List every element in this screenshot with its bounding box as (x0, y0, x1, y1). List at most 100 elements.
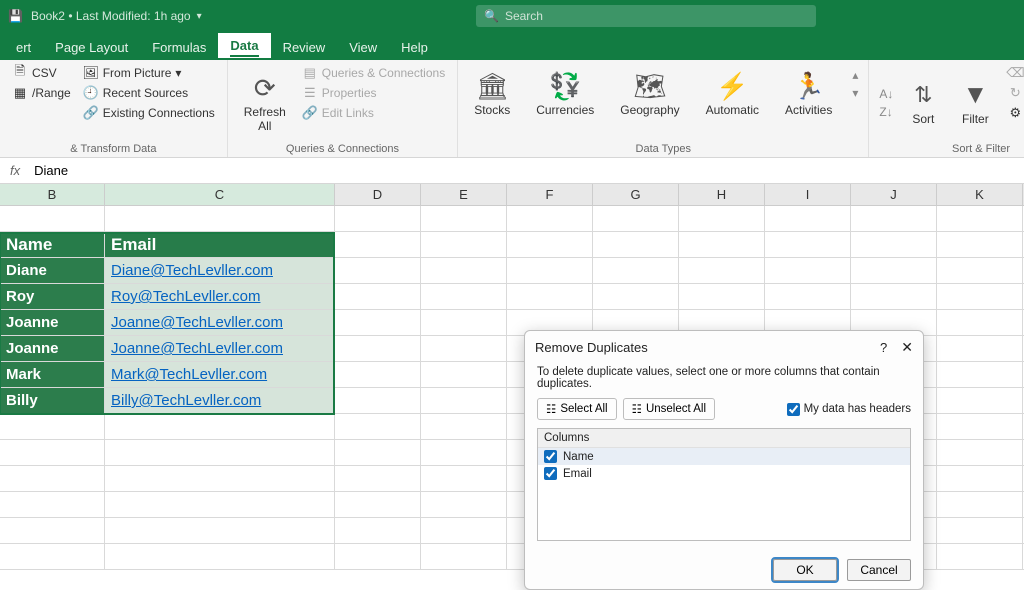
advanced-filter[interactable]: ⚙Advanced (1005, 104, 1024, 122)
edit-links: 🔗Edit Links (300, 104, 447, 122)
cancel-button[interactable]: Cancel (847, 559, 911, 581)
recent-sources[interactable]: 🕘Recent Sources (81, 84, 217, 102)
currencies-button[interactable]: 💱Currencies (530, 68, 600, 119)
picture-icon: 🖼 (83, 65, 99, 81)
dialog-title: Remove Duplicates (535, 340, 880, 355)
properties-icon: ☰ (302, 85, 318, 101)
title-bar: 💾 Book2 • Last Modified: 1h ago ▾ 🔍 Sear… (0, 0, 1024, 32)
connection-icon: 🔗 (83, 105, 99, 121)
search-icon: 🔍 (484, 9, 499, 23)
cell-name[interactable]: Joanne (0, 310, 105, 335)
col-J[interactable]: J (851, 184, 937, 205)
unselect-all-button[interactable]: ☷Unselect All (623, 398, 715, 420)
search-placeholder: Search (505, 9, 543, 23)
cell-name[interactable]: Joanne (0, 336, 105, 361)
stocks-icon: 🏛 (476, 70, 508, 102)
columns-listbox: Columns Name Email (537, 428, 911, 541)
tab-page-layout[interactable]: Page Layout (43, 35, 140, 60)
from-range[interactable]: ▦/Range (10, 84, 73, 102)
cell-email[interactable]: Joanne@TechLevller.com (105, 336, 335, 361)
col-K[interactable]: K (937, 184, 1023, 205)
col-B[interactable]: B (0, 184, 105, 205)
queries-connections[interactable]: ▤Queries & Connections (300, 64, 447, 82)
col-I[interactable]: I (765, 184, 851, 205)
cell-name[interactable]: Diane (0, 258, 105, 283)
clear-filter: ⌫Clear (1005, 64, 1024, 82)
col-D[interactable]: D (335, 184, 421, 205)
col-E[interactable]: E (421, 184, 507, 205)
from-picture[interactable]: 🖼From Picture ▾ (81, 64, 217, 82)
tab-data[interactable]: Data (218, 33, 270, 60)
header-email[interactable]: Email (105, 232, 335, 257)
col-G[interactable]: G (593, 184, 679, 205)
select-all-icon: ☷ (546, 402, 556, 416)
col-H[interactable]: H (679, 184, 765, 205)
link-icon: 🔗 (302, 105, 318, 121)
columns-label: Columns (538, 429, 910, 448)
sort-asc-icon[interactable]: A↓ (879, 87, 893, 101)
filter-icon: ▼ (959, 79, 991, 111)
ribbon-tabs: ert Page Layout Formulas Data Review Vie… (0, 32, 1024, 60)
activities-icon: 🏃 (793, 70, 825, 102)
cell-email[interactable]: Mark@TechLevller.com (105, 362, 335, 387)
existing-connections[interactable]: 🔗Existing Connections (81, 104, 217, 122)
refresh-all-button[interactable]: ⟳ Refresh All (238, 64, 292, 141)
header-name[interactable]: Name (0, 232, 105, 257)
tab-insert[interactable]: ert (4, 35, 43, 60)
group-data-types: Data Types (468, 141, 858, 155)
fx-label[interactable]: fx (0, 163, 30, 178)
sort-desc-icon[interactable]: Z↓ (879, 105, 893, 119)
from-csv[interactable]: 🗎CSV (10, 64, 73, 82)
col-F[interactable]: F (507, 184, 593, 205)
column-item-email[interactable]: Email (538, 465, 910, 482)
cell-email[interactable]: Joanne@TechLevller.com (105, 310, 335, 335)
recent-icon: 🕘 (83, 85, 99, 101)
cell-email[interactable]: Diane@TechLevller.com (105, 258, 335, 283)
advanced-icon: ⚙ (1007, 105, 1023, 121)
geography-button[interactable]: 🗺Geography (614, 68, 685, 119)
column-item-name[interactable]: Name (538, 448, 910, 465)
refresh-icon: ⟳ (249, 72, 281, 104)
clear-icon: ⌫ (1007, 65, 1023, 81)
cell-name[interactable]: Mark (0, 362, 105, 387)
stocks-button[interactable]: 🏛Stocks (468, 68, 516, 119)
tab-help[interactable]: Help (389, 35, 440, 60)
group-sort-filter: Sort & Filter (879, 141, 1024, 155)
document-title[interactable]: Book2 • Last Modified: 1h ago (31, 9, 191, 23)
remove-duplicates-dialog: Remove Duplicates ? ✕ To delete duplicat… (524, 330, 924, 590)
close-icon[interactable]: ✕ (901, 339, 913, 356)
headers-checkbox[interactable]: My data has headers (787, 403, 911, 416)
chevron-down-icon[interactable]: ▾ (197, 11, 202, 22)
cell-email[interactable]: Roy@TechLevller.com (105, 284, 335, 309)
save-icon[interactable]: 💾 (8, 9, 23, 23)
tab-review[interactable]: Review (271, 35, 338, 60)
scroll-down-icon[interactable]: ▾ (852, 86, 858, 100)
cell-email[interactable]: Billy@TechLevller.com (105, 388, 335, 413)
formula-input[interactable] (30, 163, 1024, 178)
tab-view[interactable]: View (337, 35, 389, 60)
formula-bar: fx (0, 158, 1024, 184)
group-queries: Queries & Connections (238, 141, 447, 155)
automatic-button[interactable]: ⚡Automatic (700, 68, 765, 119)
group-transform-data: & Transform Data (10, 141, 217, 155)
unselect-all-icon: ☷ (632, 402, 642, 416)
select-all-button[interactable]: ☷Select All (537, 398, 617, 420)
cell-name[interactable]: Billy (0, 388, 105, 413)
cell-name[interactable]: Roy (0, 284, 105, 309)
reapply-icon: ↻ (1007, 85, 1023, 101)
scroll-up-icon[interactable]: ▴ (852, 68, 858, 82)
filter-button[interactable]: ▼Filter (953, 64, 997, 141)
currencies-icon: 💱 (549, 70, 581, 102)
sort-button[interactable]: ⇅Sort (901, 64, 945, 141)
col-C[interactable]: C (105, 184, 335, 205)
sort-icon: ⇅ (907, 79, 939, 111)
activities-button[interactable]: 🏃Activities (779, 68, 838, 119)
ribbon: 🗎CSV ▦/Range 🖼From Picture ▾ 🕘Recent Sou… (0, 60, 1024, 158)
tab-formulas[interactable]: Formulas (140, 35, 218, 60)
help-icon[interactable]: ? (880, 340, 887, 355)
reapply-filter: ↻Reapply (1005, 84, 1024, 102)
globe-icon: 🗺 (634, 70, 666, 102)
ok-button[interactable]: OK (773, 559, 837, 581)
csv-icon: 🗎 (12, 65, 28, 81)
search-input[interactable]: 🔍 Search (476, 5, 816, 27)
